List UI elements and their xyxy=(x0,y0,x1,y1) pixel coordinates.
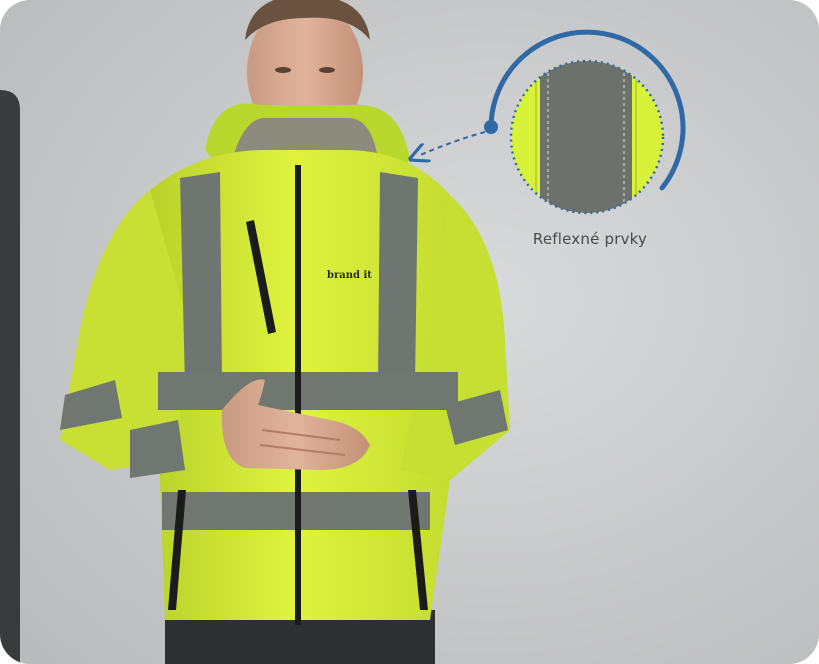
right-vertical-reflective-strip xyxy=(378,172,418,385)
left-edge-decoration xyxy=(0,90,20,664)
callout-dot xyxy=(484,120,498,134)
main-zipper xyxy=(295,165,301,625)
product-photo: brand it Reflexné prvky xyxy=(0,0,819,664)
left-vertical-reflective-strip xyxy=(180,172,222,385)
jacket-brand-print: brand it xyxy=(327,270,372,281)
product-photo-stage: brand it Reflexné prvky xyxy=(0,0,819,664)
jacket-illustration xyxy=(0,0,819,664)
upper-reflective-band xyxy=(158,372,458,410)
callout-label: Reflexné prvky xyxy=(532,230,648,248)
